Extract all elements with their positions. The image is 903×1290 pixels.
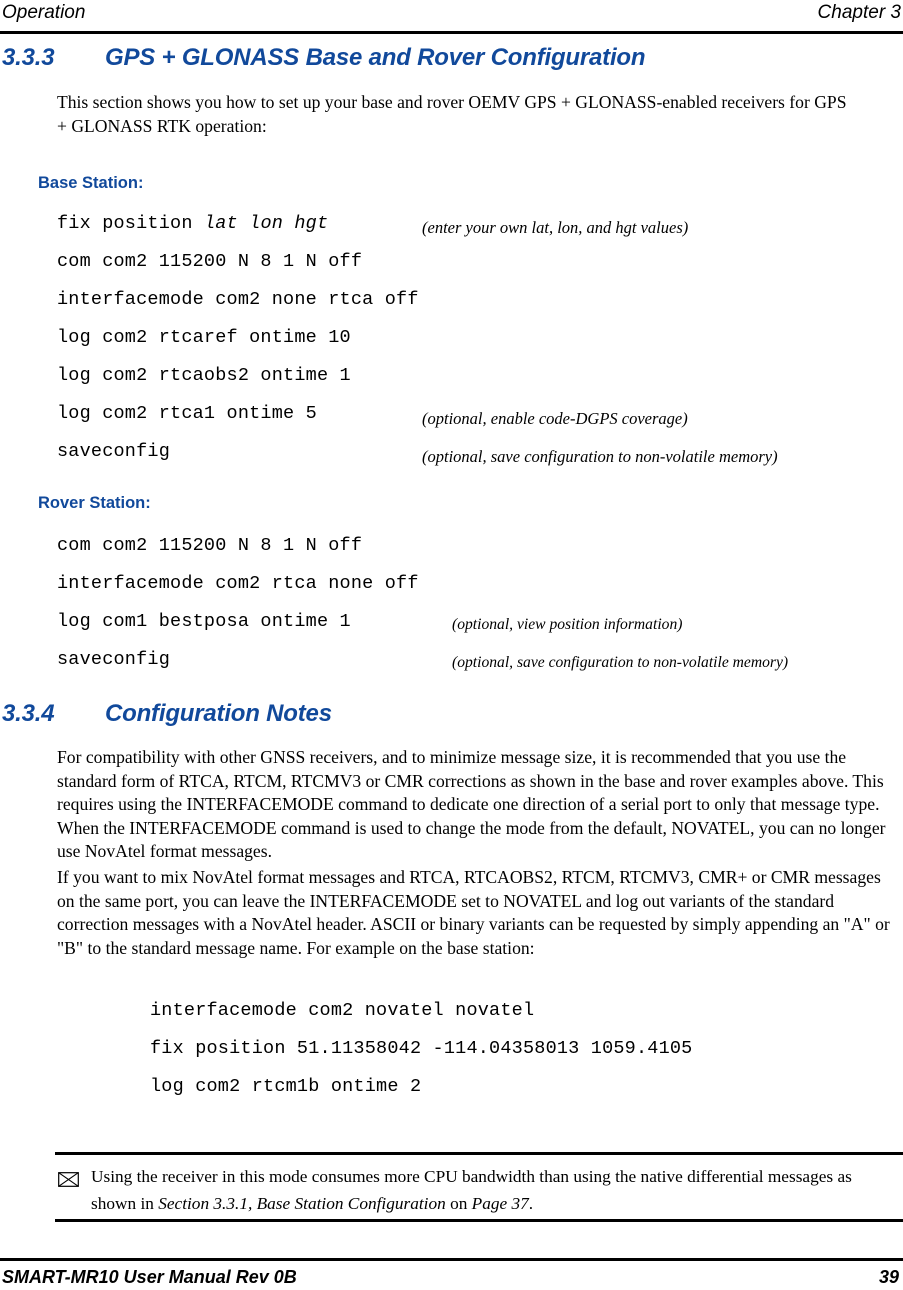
rover-command-note-4: (optional, save configuration to non-vol… (452, 654, 789, 671)
base-command-row-5: log com2 rtcaobs2 ontime 1 (57, 365, 351, 393)
base-command-1: fix position lat lon hgt (57, 213, 329, 234)
base-command-row-6: log com2 rtca1 ontime 5 (57, 403, 317, 431)
rover-command-row-3: log com1 bestposa ontime 1 (57, 611, 351, 639)
example-code-line-2: fix position 51.11358042 -114.04358013 1… (150, 1038, 693, 1059)
base-command-5: log com2 rtcaobs2 ontime 1 (57, 365, 351, 386)
heading-3-3-4-number: 3.3.4 (2, 700, 55, 727)
rover-command-row-2: interfacemode com2 rtca none off (57, 573, 419, 601)
base-command-3: interfacemode com2 none rtca off (57, 289, 419, 310)
base-command-2: com com2 115200 N 8 1 N off (57, 251, 363, 272)
base-command-note-7: (optional, save configuration to non-vol… (422, 447, 778, 466)
example-code-line-1: interfacemode com2 novatel novatel (150, 1000, 535, 1021)
base-command-note-6: (optional, enable code-DGPS coverage) (422, 409, 688, 428)
heading-3-3-3-number: 3.3.3 (2, 44, 55, 71)
section-3-3-3-intro: This section shows you how to set up you… (57, 92, 847, 136)
base-command-7: saveconfig (57, 441, 171, 462)
note-text: Using the receiver in this mode consumes… (91, 1163, 881, 1217)
running-footer: SMART-MR10 User Manual Rev 0B 39 (0, 1264, 903, 1290)
note-text-italic2: Page 37 (471, 1194, 529, 1213)
rover-command-row-4: saveconfig (57, 649, 170, 677)
footer-manual-title: SMART-MR10 User Manual Rev 0B (2, 1267, 297, 1287)
section-3-3-4-paragraph-1: For compatibility with other GNSS receiv… (57, 747, 886, 861)
rover-command-row-1: com com2 115200 N 8 1 N off (57, 535, 362, 563)
base-command-row-7: saveconfig (57, 441, 170, 469)
footer-rule (0, 1258, 903, 1261)
heading-3-3-4-title: Configuration Notes (105, 700, 332, 727)
rover-command-3: log com1 bestposa ontime 1 (57, 611, 351, 632)
running-header-left: Operation (2, 2, 86, 23)
document-page: Operation Chapter 3 3.3.3 GPS + GLONASS B… (0, 0, 903, 1290)
note-box-top-rule (55, 1152, 903, 1155)
section-3-3-4-paragraph-2: If you want to mix NovAtel format messag… (57, 867, 890, 958)
note-text-part3: . (528, 1194, 534, 1213)
base-command-row-2: com com2 115200 N 8 1 N off (57, 251, 362, 279)
base-station-label: Base Station: (38, 174, 144, 192)
heading-3-3-3: 3.3.3 GPS + GLONASS Base and Rover Config… (2, 44, 646, 72)
base-command-row-4: log com2 rtcaref ontime 10 (57, 327, 351, 355)
rover-command-4: saveconfig (57, 649, 171, 670)
example-code-line-3: log com2 rtcm1b ontime 2 (150, 1076, 422, 1097)
note-text-italic1: Section 3.3.1, Base Station Configuratio… (158, 1194, 446, 1213)
note-text-part2: on (445, 1194, 472, 1213)
base-command-4: log com2 rtcaref ontime 10 (57, 327, 351, 348)
base-command-note-1: (enter your own lat, lon, and hgt values… (422, 218, 689, 237)
running-header-right: Chapter 3 (817, 2, 901, 23)
rover-station-label: Rover Station: (38, 494, 151, 512)
rover-command-2: interfacemode com2 rtca none off (57, 573, 419, 594)
envelope-icon (58, 1172, 79, 1187)
running-header: Operation Chapter 3 (0, 0, 903, 34)
footer-page-number: 39 (878, 1267, 899, 1287)
base-command-row-1: fix position lat lon hgt (57, 213, 328, 241)
rover-command-note-3: (optional, view position information) (452, 616, 683, 633)
heading-3-3-4: 3.3.4 Configuration Notes (2, 700, 332, 728)
note-box-bottom-rule (55, 1219, 903, 1222)
base-command-6: log com2 rtca1 ontime 5 (57, 403, 317, 424)
rover-command-1: com com2 115200 N 8 1 N off (57, 535, 363, 556)
heading-3-3-3-title: GPS + GLONASS Base and Rover Configurati… (105, 44, 646, 71)
base-command-row-3: interfacemode com2 none rtca off (57, 289, 419, 317)
header-rule (0, 31, 903, 34)
